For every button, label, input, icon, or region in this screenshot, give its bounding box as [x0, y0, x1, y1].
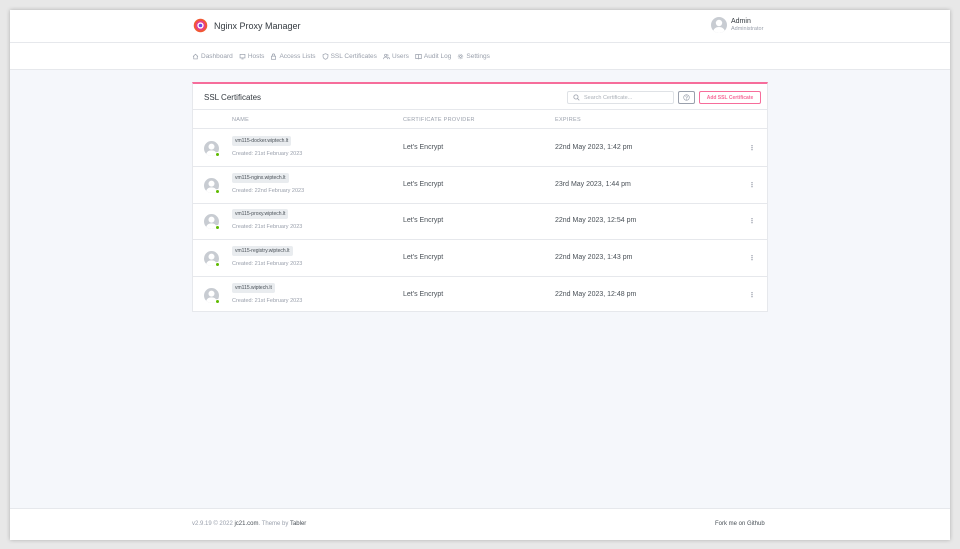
main-nav: Dashboard Hosts Access Lists SSL Certifi…: [10, 43, 950, 70]
nav-label: Hosts: [247, 53, 265, 60]
gear-icon: [458, 53, 464, 60]
fork-github-link[interactable]: Fork me on Github: [715, 521, 765, 527]
certificate-provider: Let's Encrypt: [403, 144, 444, 151]
status-online-dot: [215, 299, 220, 304]
table-row[interactable]: vm115.wiptech.lt Created: 21st February …: [193, 277, 767, 314]
user-name: Admin: [731, 18, 751, 26]
lock-icon: [271, 53, 277, 60]
created-date: Created: 22nd February 2023: [232, 188, 305, 194]
footer: v2.9.19 © 2022 jc21.com. Theme by Tabler…: [10, 508, 950, 540]
expires-date: 22nd May 2023, 1:43 pm: [555, 254, 633, 261]
nav-item-ssl-certificates[interactable]: SSL Certificates: [322, 53, 377, 60]
search-box[interactable]: [567, 91, 674, 104]
user-role: Administrator: [731, 25, 764, 32]
theme-text: . Theme by: [258, 521, 289, 527]
help-icon: [683, 94, 690, 101]
avatar: [711, 17, 727, 33]
column-header-expires: EXPIRES: [555, 117, 581, 123]
table-row[interactable]: vm115-proxy.wiptech.lt Created: 21st Feb…: [193, 203, 767, 240]
footer-credits: v2.9.19 © 2022 jc21.com. Theme by Tabler: [192, 521, 306, 527]
nav-label: Users: [391, 53, 409, 60]
domain-tag: vm115-registry.wiptech.lt: [232, 246, 293, 256]
monitor-icon: [239, 54, 246, 60]
add-ssl-certificate-button[interactable]: Add SSL Certificate: [699, 91, 761, 104]
help-button[interactable]: [678, 91, 695, 104]
domain-tag: vm115-docker.wiptech.lt: [232, 136, 292, 146]
nav-item-settings[interactable]: Settings: [457, 53, 490, 60]
row-menu-icon[interactable]: ⋮: [748, 180, 756, 190]
expires-date: 22nd May 2023, 1:42 pm: [555, 144, 633, 151]
nav-item-hosts[interactable]: Hosts: [239, 53, 265, 60]
certificate-provider: Let's Encrypt: [403, 291, 444, 298]
theme-link[interactable]: Tabler: [290, 521, 306, 527]
ssl-certificates-card: SSL Certificates Add SSL Certificate NAM…: [192, 82, 768, 312]
row-menu-icon[interactable]: ⋮: [748, 253, 756, 263]
author-link[interactable]: jc21.com: [234, 521, 258, 527]
row-menu-icon[interactable]: ⋮: [748, 290, 756, 300]
users-icon: [383, 53, 390, 60]
nav-item-users[interactable]: Users: [383, 53, 409, 60]
certificate-provider: Let's Encrypt: [403, 181, 444, 188]
domain-tag: vm115-proxy.wiptech.lt: [232, 209, 289, 219]
user-menu[interactable]: Admin Administrator: [711, 17, 763, 33]
shield-icon: [322, 53, 328, 60]
row-menu-icon[interactable]: ⋮: [748, 216, 756, 226]
top-header: Nginx Proxy Manager Admin Administrator: [10, 10, 950, 43]
version-text: v2.9.19 © 2022: [192, 521, 233, 527]
nginx-proxy-manager-logo: [193, 18, 208, 33]
nav-label: SSL Certificates: [330, 53, 377, 60]
nav-label: Settings: [466, 53, 490, 60]
created-date: Created: 21st February 2023: [232, 298, 303, 304]
status-online-dot: [215, 262, 220, 267]
column-header-name: NAME: [232, 117, 250, 123]
search-input[interactable]: [584, 94, 672, 101]
status-online-dot: [215, 225, 220, 230]
expires-date: 23rd May 2023, 1:44 pm: [555, 181, 631, 188]
row-menu-icon[interactable]: ⋮: [748, 143, 756, 153]
nav-item-access-lists[interactable]: Access Lists: [270, 53, 316, 60]
table-row[interactable]: vm115-registry.wiptech.lt Created: 21st …: [193, 240, 767, 277]
app-title: Nginx Proxy Manager: [214, 20, 301, 31]
book-icon: [415, 54, 422, 60]
table-row[interactable]: vm115-docker.wiptech.lt Created: 21st Fe…: [193, 130, 767, 167]
certificate-provider: Let's Encrypt: [403, 217, 444, 224]
status-online-dot: [215, 189, 220, 194]
card-title: SSL Certificates: [204, 93, 262, 102]
nav-label: Audit Log: [423, 53, 452, 60]
brand[interactable]: Nginx Proxy Manager: [193, 18, 301, 33]
column-header-provider: CERTIFICATE PROVIDER: [403, 117, 475, 123]
created-date: Created: 21st February 2023: [232, 151, 303, 157]
domain-tag: vm115-nginx.wiptech.lt: [232, 173, 289, 183]
expires-date: 22nd May 2023, 12:54 pm: [555, 217, 637, 224]
table-header: NAME CERTIFICATE PROVIDER EXPIRES: [193, 110, 767, 129]
expires-date: 22nd May 2023, 12:48 pm: [555, 291, 637, 298]
domain-tag: vm115.wiptech.lt: [232, 283, 275, 293]
nav-item-dashboard[interactable]: Dashboard: [192, 53, 233, 60]
nav-label: Access Lists: [279, 53, 316, 60]
created-date: Created: 21st February 2023: [232, 261, 303, 267]
status-online-dot: [215, 152, 220, 157]
certificate-provider: Let's Encrypt: [403, 254, 444, 261]
nav-label: Dashboard: [201, 53, 233, 60]
home-icon: [192, 53, 199, 60]
user-icon: [713, 19, 725, 33]
card-header: SSL Certificates Add SSL Certificate: [193, 84, 767, 110]
app-window: Nginx Proxy Manager Admin Administrator …: [10, 10, 950, 540]
created-date: Created: 21st February 2023: [232, 224, 303, 230]
table-row[interactable]: vm115-nginx.wiptech.lt Created: 22nd Feb…: [193, 167, 767, 204]
nav-item-audit-log[interactable]: Audit Log: [415, 53, 451, 60]
search-icon: [573, 94, 580, 101]
